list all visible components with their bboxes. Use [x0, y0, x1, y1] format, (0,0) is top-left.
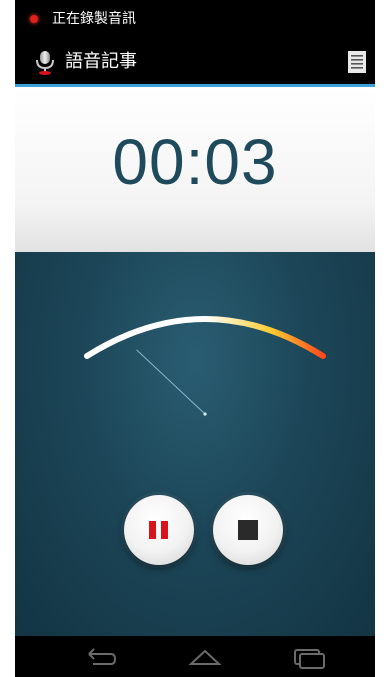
home-icon[interactable]	[185, 642, 225, 672]
recording-indicator-icon	[30, 15, 38, 23]
microphone-icon	[36, 51, 54, 75]
recording-area	[15, 252, 375, 636]
timer-panel: 00:03	[15, 84, 375, 252]
elapsed-time: 00:03	[112, 126, 278, 198]
phone-screen: 正在錄製音訊 語音記事 00:03	[15, 0, 375, 677]
navigation-bar	[15, 636, 375, 677]
pause-icon	[149, 521, 156, 539]
app-title: 語音記事	[65, 51, 137, 72]
notes-list-icon[interactable]	[347, 50, 367, 74]
recents-icon[interactable]	[289, 642, 329, 672]
action-bar: 語音記事	[15, 40, 375, 84]
status-notification-text: 正在錄製音訊	[52, 11, 136, 27]
level-meter-arc	[84, 316, 326, 359]
level-meter-pivot	[203, 412, 207, 416]
level-meter	[84, 316, 326, 416]
pause-icon-bar	[161, 521, 168, 539]
level-meter-needle	[136, 349, 206, 415]
pause-button[interactable]	[124, 495, 194, 565]
stop-icon	[238, 520, 258, 540]
back-icon[interactable]	[81, 642, 121, 672]
status-bar: 正在錄製音訊	[15, 0, 375, 40]
stop-button[interactable]	[213, 495, 283, 565]
